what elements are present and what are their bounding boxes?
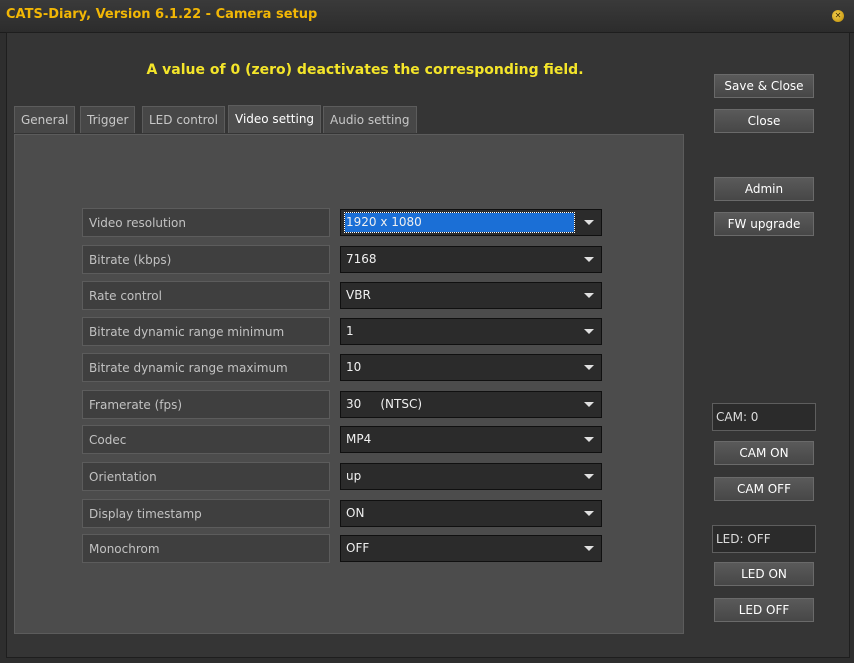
codec-select[interactable]: MP4 [340,426,602,453]
setting-label-rate-control: Rate control [82,281,330,310]
select-value: MP4 [346,432,372,446]
tab-video-setting[interactable]: Video setting [228,105,322,133]
select-value: 10 [346,360,362,374]
setting-label-bitrate: Bitrate (kbps) [82,245,330,274]
bitrate-min-select[interactable]: 1 [340,318,602,345]
tab-trigger[interactable]: Trigger [80,106,136,133]
chevron-down-icon [584,474,594,479]
select-value: OFF [346,541,370,555]
tab-audio-setting[interactable]: Audio setting [323,106,417,133]
tab-led-control[interactable]: LED control [142,106,225,133]
setting-label-video-resolution: Video resolution [82,208,330,237]
select-value: 30 (NTSC) [346,397,423,411]
title-bar: CATS-Diary, Version 6.1.22 - Camera setu… [0,0,854,33]
select-value: ON [346,506,365,520]
close-button[interactable]: Close [714,109,814,133]
setting-label-bitrate-max: Bitrate dynamic range maximum [82,353,330,382]
setting-label-display-timestamp: Display timestamp [82,499,330,528]
select-value: 7168 [346,252,377,266]
setting-label-monochrom: Monochrom [82,534,330,563]
cam-on-button[interactable]: CAM ON [714,441,814,465]
orientation-select[interactable]: up [340,463,602,490]
display-timestamp-select[interactable]: ON [340,500,602,527]
select-value: up [346,469,362,483]
select-value: 1 [346,324,354,338]
fw-upgrade-button[interactable]: FW upgrade [714,212,814,236]
led-status: LED: OFF [712,525,816,553]
chevron-down-icon [584,293,594,298]
admin-button[interactable]: Admin [714,177,814,201]
cam-off-button[interactable]: CAM OFF [714,477,814,501]
tab-general[interactable]: General [14,106,76,133]
setting-label-bitrate-min: Bitrate dynamic range minimum [82,317,330,346]
monochrom-select[interactable]: OFF [340,535,602,562]
bitrate-select[interactable]: 7168 [340,246,602,273]
led-on-button[interactable]: LED ON [714,562,814,586]
chevron-down-icon [584,546,594,551]
setting-label-codec: Codec [82,425,330,454]
select-value: VBR [346,288,371,302]
cam-status: CAM: 0 [712,403,816,431]
framerate-select[interactable]: 30 (NTSC) [340,391,602,418]
save-close-button[interactable]: Save & Close [714,74,814,98]
setting-label-orientation: Orientation [82,462,330,491]
chevron-down-icon [584,437,594,442]
setting-label-framerate: Framerate (fps) [82,390,330,419]
led-off-button[interactable]: LED OFF [714,598,814,622]
chevron-down-icon [584,511,594,516]
chevron-down-icon [584,402,594,407]
bitrate-max-select[interactable]: 10 [340,354,602,381]
window-title: CATS-Diary, Version 6.1.22 - Camera setu… [6,7,318,22]
chevron-down-icon [584,365,594,370]
video-resolution-select[interactable]: 1920 x 1080 [340,209,602,236]
chevron-down-icon [584,329,594,334]
close-window-icon[interactable]: ✕ [832,10,844,22]
chevron-down-icon [584,257,594,262]
notice-text: A value of 0 (zero) deactivates the corr… [146,62,584,78]
select-value: 1920 x 1080 [344,212,575,233]
rate-control-select[interactable]: VBR [340,282,602,309]
chevron-down-icon [584,220,594,225]
